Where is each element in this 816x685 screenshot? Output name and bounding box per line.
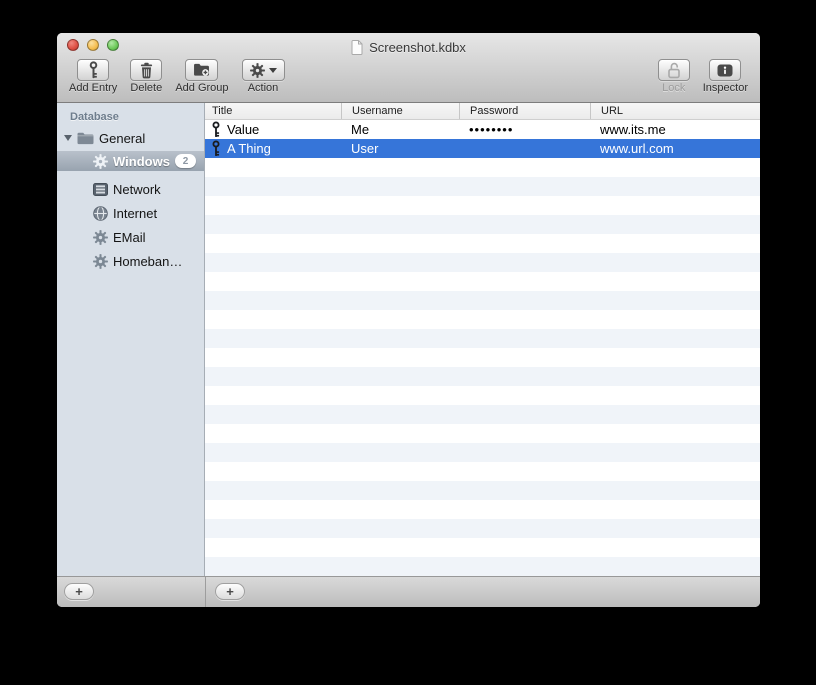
action-label: Action bbox=[247, 82, 279, 94]
action-button[interactable] bbox=[241, 59, 285, 81]
bottom-bar-divider bbox=[205, 577, 206, 607]
entry-table: Title Username Password URL Value Me •••… bbox=[205, 103, 760, 576]
gear-icon bbox=[93, 230, 108, 245]
toolbar-left-group: Add Entry Delete Add Group Action bbox=[69, 59, 285, 94]
entry-title: A Thing bbox=[227, 141, 271, 156]
sidebar-item-email[interactable]: EMail bbox=[57, 225, 204, 249]
username-cell: User bbox=[351, 141, 379, 156]
window-title: Screenshot.kdbx bbox=[369, 39, 466, 55]
gear-icon bbox=[93, 154, 108, 169]
add-entry-toolbar-item: Add Entry bbox=[69, 59, 117, 94]
app-window: Screenshot.kdbx Add Entry Delete Add Gro… bbox=[57, 33, 760, 607]
sidebar-item-label: Homeban… bbox=[113, 253, 183, 269]
column-header-password[interactable]: Password bbox=[459, 103, 590, 119]
window-chrome: Screenshot.kdbx Add Entry Delete Add Gro… bbox=[57, 33, 760, 103]
add-entry-plus-button[interactable]: + bbox=[215, 583, 245, 600]
sidebar: Database General Windows 2 Network Inter… bbox=[57, 103, 205, 576]
titlebar[interactable]: Screenshot.kdbx bbox=[57, 33, 760, 57]
delete-button[interactable] bbox=[130, 59, 163, 81]
plus-icon: + bbox=[226, 584, 234, 599]
toolbar-right-group: Lock Inspector bbox=[657, 59, 748, 94]
entry-title: Value bbox=[227, 122, 260, 137]
sidebar-item-label: General bbox=[99, 130, 146, 146]
title-cell: Value bbox=[205, 120, 341, 139]
table-row-selected[interactable]: A Thing User www.url.com bbox=[205, 139, 760, 158]
bottom-bar: + + bbox=[57, 576, 760, 607]
disclosure-triangle-icon[interactable] bbox=[64, 135, 72, 141]
key-icon bbox=[211, 140, 221, 157]
sidebar-item-label: Internet bbox=[113, 205, 158, 221]
folder-plus-icon bbox=[193, 63, 210, 77]
column-header-url[interactable]: URL bbox=[590, 103, 760, 119]
add-group-button[interactable] bbox=[185, 59, 219, 81]
lock-open-icon bbox=[667, 62, 681, 79]
add-group-label: Add Group bbox=[175, 82, 229, 94]
trash-icon bbox=[139, 62, 154, 79]
info-icon bbox=[717, 64, 733, 77]
url-cell: www.its.me bbox=[600, 122, 666, 137]
password-cell bbox=[459, 139, 590, 158]
title-cell: A Thing bbox=[205, 139, 341, 158]
folder-icon bbox=[77, 132, 94, 145]
entry-count-badge: 2 bbox=[175, 154, 196, 168]
sidebar-item-label: EMail bbox=[113, 229, 146, 245]
column-header-title[interactable]: Title bbox=[205, 103, 341, 119]
window-controls bbox=[67, 39, 119, 51]
gear-icon bbox=[250, 63, 265, 78]
sidebar-item-general[interactable]: General bbox=[57, 127, 204, 149]
sidebar-item-windows[interactable]: Windows 2 bbox=[57, 151, 204, 171]
sidebar-item-label: Network bbox=[113, 181, 161, 197]
add-entry-label: Add Entry bbox=[69, 82, 118, 94]
add-entry-button[interactable] bbox=[77, 59, 110, 81]
sidebar-item-label: Windows bbox=[113, 153, 170, 169]
document-icon bbox=[351, 40, 363, 55]
key-icon bbox=[88, 61, 99, 79]
key-icon bbox=[211, 121, 221, 138]
lock-toolbar-item: Lock bbox=[657, 59, 690, 94]
lock-button[interactable] bbox=[657, 59, 690, 81]
zoom-button[interactable] bbox=[107, 39, 119, 51]
lock-label: Lock bbox=[662, 82, 686, 94]
empty-row-stripes bbox=[205, 158, 760, 576]
sidebar-item-network[interactable]: Network bbox=[57, 177, 204, 201]
add-group-toolbar-item: Add Group bbox=[175, 59, 229, 94]
minimize-button[interactable] bbox=[87, 39, 99, 51]
url-cell: www.url.com bbox=[600, 141, 674, 156]
table-body: Value Me •••••••• www.its.me A Thing Use… bbox=[205, 120, 760, 576]
column-header-username[interactable]: Username bbox=[341, 103, 459, 119]
add-group-plus-button[interactable]: + bbox=[64, 583, 94, 600]
chevron-down-icon bbox=[268, 67, 277, 73]
content-area: Database General Windows 2 Network Inter… bbox=[57, 103, 760, 576]
inspector-label: Inspector bbox=[702, 82, 748, 94]
table-header-row: Title Username Password URL bbox=[205, 103, 760, 120]
action-toolbar-item: Action bbox=[241, 59, 285, 94]
gear-icon bbox=[93, 254, 108, 269]
username-cell: Me bbox=[351, 122, 370, 137]
plus-icon: + bbox=[75, 584, 83, 599]
inspector-button[interactable] bbox=[709, 59, 742, 81]
inspector-toolbar-item: Inspector bbox=[703, 59, 748, 94]
globe-icon bbox=[93, 206, 108, 221]
network-icon bbox=[93, 183, 108, 196]
table-row[interactable]: Value Me •••••••• www.its.me bbox=[205, 120, 760, 139]
delete-toolbar-item: Delete bbox=[130, 59, 163, 94]
title-group: Screenshot.kdbx bbox=[351, 36, 466, 55]
sidebar-item-homebanking[interactable]: Homeban… bbox=[57, 249, 204, 273]
toolbar: Add Entry Delete Add Group Action Lock I… bbox=[57, 57, 760, 103]
password-cell: •••••••• bbox=[469, 122, 514, 137]
sidebar-section-header: Database bbox=[70, 111, 119, 123]
close-button[interactable] bbox=[67, 39, 79, 51]
sidebar-item-internet[interactable]: Internet bbox=[57, 201, 204, 225]
delete-label: Delete bbox=[130, 82, 163, 94]
